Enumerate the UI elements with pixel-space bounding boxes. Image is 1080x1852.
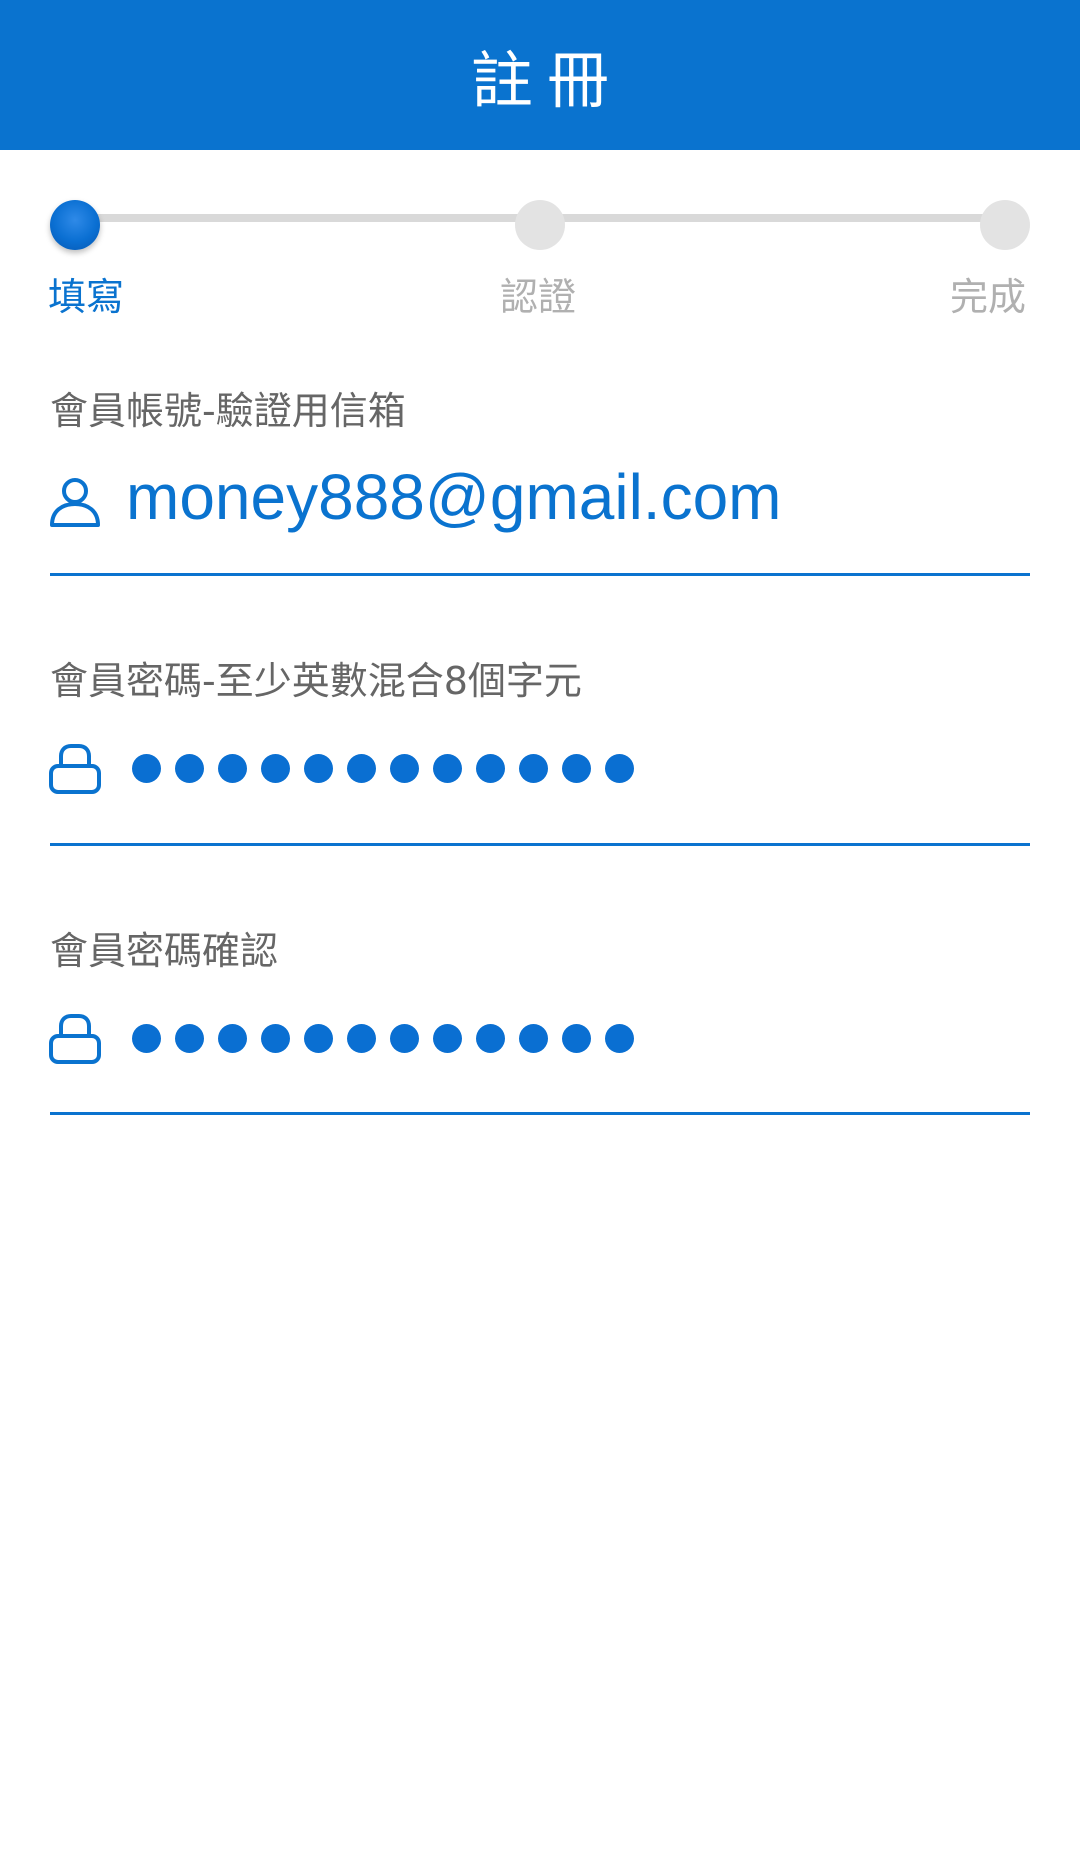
step-label-done: 完成 xyxy=(950,275,1027,319)
password-field-underline xyxy=(50,843,1030,846)
password-confirm-mask-dot xyxy=(519,1024,548,1053)
password-confirm-mask-dot xyxy=(132,1024,161,1053)
password-confirm-mask-dot xyxy=(261,1024,290,1053)
user-icon xyxy=(50,478,100,527)
password-confirm-mask-dot xyxy=(175,1024,204,1053)
password-confirm-mask-dot xyxy=(390,1024,419,1053)
password-mask-dot xyxy=(519,754,548,783)
password-confirm-mask-dot xyxy=(605,1024,634,1053)
password-mask-dot xyxy=(304,754,333,783)
password-field-label: 會員密碼-至少英數混合8個字元 xyxy=(50,659,582,703)
step-label-verify: 認證 xyxy=(500,275,577,319)
password-confirm-mask-dot xyxy=(218,1024,247,1053)
password-mask-dot xyxy=(433,754,462,783)
password-mask-dot xyxy=(218,754,247,783)
step-indicator-fill xyxy=(50,200,100,250)
step-indicator-done xyxy=(980,200,1030,250)
lock-icon xyxy=(49,744,101,794)
password-mask-dot xyxy=(562,754,591,783)
password-confirm-mask-dot xyxy=(476,1024,505,1053)
step-indicator-verify xyxy=(515,200,565,250)
password-confirm-mask-dot xyxy=(433,1024,462,1053)
password-confirm-mask-dot xyxy=(347,1024,376,1053)
password-mask-dot xyxy=(132,754,161,783)
password-mask-dot xyxy=(390,754,419,783)
password-confirm-mask-dot xyxy=(304,1024,333,1053)
password-confirm-field-underline xyxy=(50,1112,1030,1115)
account-field-label: 會員帳號-驗證用信箱 xyxy=(50,389,406,433)
password-confirm-input[interactable] xyxy=(132,1024,634,1053)
stepper-track-1 xyxy=(75,214,540,222)
password-confirm-mask-dot xyxy=(562,1024,591,1053)
account-field-underline xyxy=(50,573,1030,576)
password-mask-dot xyxy=(347,754,376,783)
password-mask-dot xyxy=(175,754,204,783)
stepper-track-2 xyxy=(540,214,1005,222)
password-confirm-field-label: 會員密碼確認 xyxy=(50,929,279,973)
lock-icon xyxy=(49,1014,101,1064)
registration-stepper: 填寫 認證 完成 xyxy=(0,0,1080,330)
account-input[interactable]: money888@gmail.com xyxy=(126,460,781,534)
password-input[interactable] xyxy=(132,754,634,783)
step-label-fill: 填寫 xyxy=(48,275,125,319)
password-mask-dot xyxy=(261,754,290,783)
password-mask-dot xyxy=(476,754,505,783)
password-mask-dot xyxy=(605,754,634,783)
